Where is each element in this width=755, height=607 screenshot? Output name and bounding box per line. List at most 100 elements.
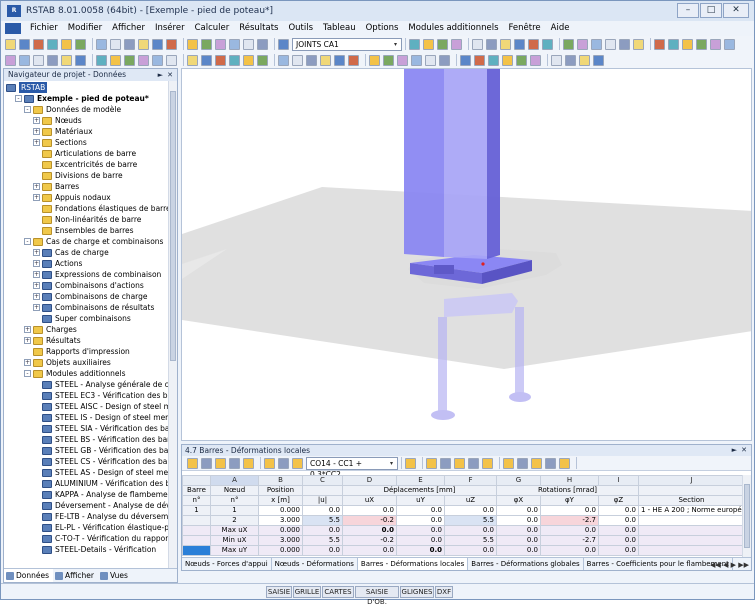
- toolbar-button-icon[interactable]: [75, 54, 86, 66]
- toolbar-button-icon[interactable]: [348, 54, 359, 66]
- menu-item-9[interactable]: Modules additionnels: [403, 21, 503, 36]
- results-toolbar-button-icon[interactable]: [531, 457, 542, 469]
- toolbar-button-icon[interactable]: [96, 54, 107, 66]
- tree-node[interactable]: - Exemple - pied de poteau*: [15, 93, 149, 104]
- menu-item-3[interactable]: Insérer: [150, 21, 190, 36]
- toolbar-button-icon[interactable]: [320, 54, 331, 66]
- toolbar-button-icon[interactable]: [110, 54, 121, 66]
- tree-node[interactable]: + Matériaux: [33, 126, 93, 137]
- tree-node[interactable]: + Combinaisons d'actions: [33, 280, 144, 291]
- toolbar-button-icon[interactable]: [514, 38, 525, 50]
- toolbar-button-icon[interactable]: [243, 54, 254, 66]
- tree-node[interactable]: Excentricités de barre: [33, 159, 137, 170]
- toolbar-button-icon[interactable]: [33, 38, 44, 50]
- toolbar-button-icon[interactable]: [124, 54, 135, 66]
- toolbar-button-icon[interactable]: [292, 54, 303, 66]
- tree-expander-icon[interactable]: -: [24, 238, 31, 245]
- menu-item-10[interactable]: Fenêtre: [504, 21, 546, 36]
- toolbar-button-icon[interactable]: [201, 38, 212, 50]
- toolbar-button-icon[interactable]: [500, 38, 511, 50]
- toolbar-button-icon[interactable]: [605, 38, 616, 50]
- toolbar-button-icon[interactable]: [19, 38, 30, 50]
- navigator-tab-1[interactable]: Afficher: [53, 569, 98, 582]
- toolbar-button-icon[interactable]: [278, 54, 289, 66]
- tree-node[interactable]: Ensembles de barres: [33, 225, 134, 236]
- toolbar-button-icon[interactable]: [334, 54, 345, 66]
- table-row[interactable]: 1 1 0.000 0.0 0.0 0.0 0.0 0.0 0.0 0.0 1 - HE A 200…: [182, 505, 744, 516]
- tree-node[interactable]: + Appuis nodaux: [33, 192, 111, 203]
- results-tab-3[interactable]: Barres - Déformations globales: [468, 558, 584, 570]
- results-tab-0[interactable]: Nœuds - Forces d'appui: [182, 558, 272, 570]
- toolbar-button-icon[interactable]: [542, 38, 553, 50]
- toolbar-button-icon[interactable]: [577, 38, 588, 50]
- toolbar-button-icon[interactable]: [61, 54, 72, 66]
- tree-node[interactable]: STEEL SIA - Vérification des barre: [33, 423, 170, 434]
- results-scrollbar-thumb[interactable]: [744, 484, 750, 548]
- results-toolbar-button-icon[interactable]: [215, 457, 226, 469]
- results-toolbar-button-icon[interactable]: [405, 457, 416, 469]
- tree-expander-icon[interactable]: +: [33, 128, 40, 135]
- tree-node[interactable]: STEEL BS - Vérification des barre: [33, 434, 170, 445]
- tree-expander-icon[interactable]: +: [33, 183, 40, 190]
- pin-icon[interactable]: ►: [158, 69, 163, 81]
- minimize-icon[interactable]: –: [677, 3, 699, 18]
- results-toolbar-button-icon[interactable]: [201, 457, 212, 469]
- scrollbar-thumb[interactable]: [170, 91, 176, 361]
- toolbar-button-icon[interactable]: [724, 38, 735, 50]
- tree-node[interactable]: + Expressions de combinaison: [33, 269, 161, 280]
- tree-node[interactable]: STEEL GB - Vérification des barre: [33, 445, 170, 456]
- toolbar-button-icon[interactable]: [152, 38, 163, 50]
- table-row[interactable]: Max uX 0.000 0.0 0.0 0.0 0.0 0.0 0.0 0.0: [182, 525, 744, 536]
- table-row[interactable]: 2 3.000 5.5 -0.2 0.0 5.5 0.0 -2.7 0.0: [182, 515, 744, 526]
- toolbar-button-icon[interactable]: [551, 54, 562, 66]
- results-toolbar-button-icon[interactable]: [468, 457, 479, 469]
- tree-node[interactable]: + Charges: [24, 324, 77, 335]
- toolbar-button-icon[interactable]: [187, 38, 198, 50]
- toolbar-button-icon[interactable]: [397, 54, 408, 66]
- tree-node[interactable]: + Sections: [33, 137, 87, 148]
- toolbar-button-icon[interactable]: [411, 54, 422, 66]
- tree-expander-icon[interactable]: +: [33, 139, 40, 146]
- tree-expander-icon[interactable]: +: [33, 117, 40, 124]
- close-icon[interactable]: ✕: [723, 3, 749, 18]
- toolbar-button-icon[interactable]: [47, 38, 58, 50]
- toolbar-button-icon[interactable]: [215, 54, 226, 66]
- toolbar-button-icon[interactable]: [383, 54, 394, 66]
- tab-nav-arrows-icon[interactable]: ◀◀ ◀ ▶ ▶▶: [710, 561, 749, 569]
- tree-node[interactable]: Super combinaisons: [33, 313, 131, 324]
- toolbar-button-icon[interactable]: [5, 54, 16, 66]
- toolbar-button-icon[interactable]: [451, 38, 462, 50]
- status-toggle-saisiedob[interactable]: SAISIE D'OB.: [355, 586, 399, 606]
- toolbar-button-icon[interactable]: [439, 54, 450, 66]
- tree-node[interactable]: + Combinaisons de résultats: [33, 302, 154, 313]
- toolbar-button-icon[interactable]: [47, 54, 58, 66]
- status-toggle-cartes[interactable]: CARTES: [322, 586, 354, 598]
- toolbar-button-icon[interactable]: [61, 38, 72, 50]
- toolbar-button-icon[interactable]: [472, 38, 483, 50]
- toolbar-button-icon[interactable]: [425, 54, 436, 66]
- navigator-scrollbar[interactable]: [168, 81, 177, 570]
- menu-item-8[interactable]: Options: [361, 21, 404, 36]
- menu-item-1[interactable]: Modifier: [63, 21, 107, 36]
- results-toolbar-button-icon[interactable]: [454, 457, 465, 469]
- navigator-tab-0[interactable]: Données: [4, 569, 54, 582]
- table-row[interactable]: Min uX 3.000 5.5 -0.2 0.0 5.5 0.0 -2.7 0.0: [182, 535, 744, 546]
- tree-node[interactable]: - Données de modèle: [24, 104, 121, 115]
- tree-expander-icon[interactable]: +: [33, 271, 40, 278]
- toolbar-button-icon[interactable]: [257, 38, 268, 50]
- toolbar-button-icon[interactable]: [19, 54, 30, 66]
- menu-item-0[interactable]: Fichier: [25, 21, 63, 36]
- results-toolbar-button-icon[interactable]: [229, 457, 240, 469]
- toolbar-button-icon[interactable]: [96, 38, 107, 50]
- dropdown-arrow-icon[interactable]: ▾: [387, 459, 396, 468]
- toolbar-button-icon[interactable]: [474, 54, 485, 66]
- results-toolbar-button-icon[interactable]: [278, 457, 289, 469]
- tree-node[interactable]: + Nœuds: [33, 115, 82, 126]
- tree-expander-icon[interactable]: +: [24, 359, 31, 366]
- results-toolbar-button-icon[interactable]: [482, 457, 493, 469]
- toolbar-button-icon[interactable]: [668, 38, 679, 50]
- results-toolbar-button-icon[interactable]: [503, 457, 514, 469]
- tree-node[interactable]: + Combinaisons de charge: [33, 291, 148, 302]
- toolbar-button-icon[interactable]: [460, 54, 471, 66]
- toolbar-button-icon[interactable]: [486, 38, 497, 50]
